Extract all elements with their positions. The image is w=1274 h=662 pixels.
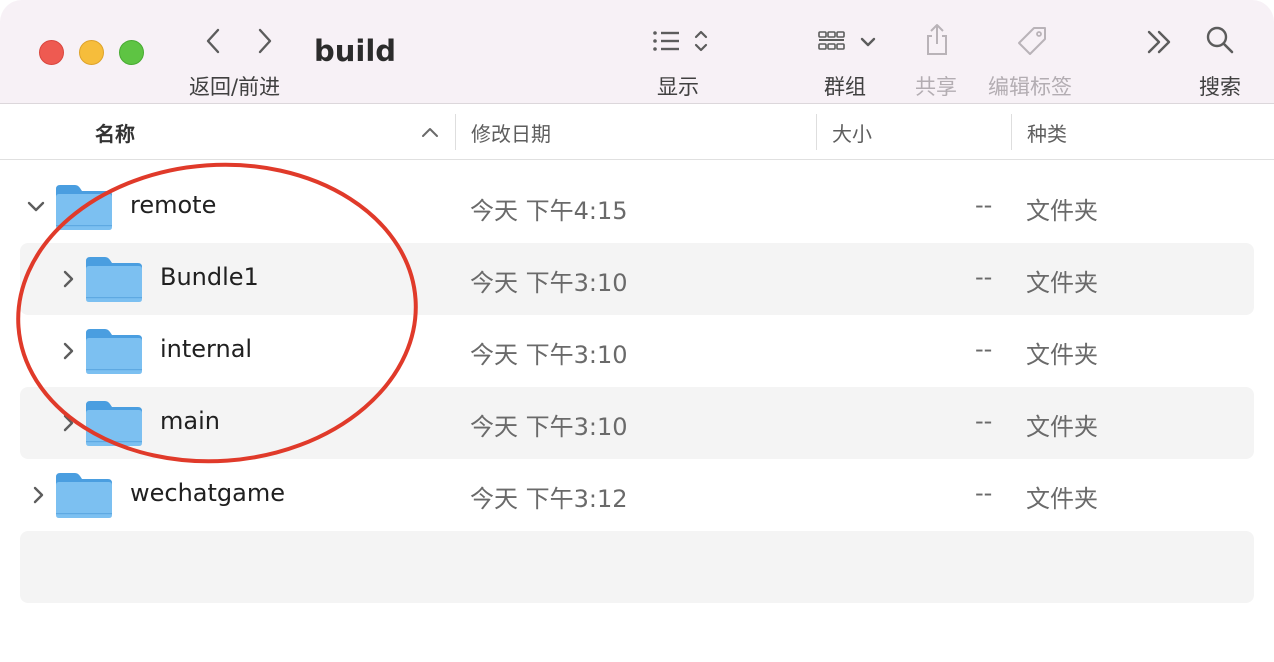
- chevron-down-icon[interactable]: [26, 171, 46, 243]
- chevron-right-icon[interactable]: [250, 24, 280, 58]
- folder-icon: [86, 401, 142, 446]
- chevron-right-icon[interactable]: [58, 387, 78, 459]
- file-row-main[interactable]: main 今天 下午3:10 -- 文件夹: [20, 387, 1254, 459]
- nav-label: 返回/前进: [189, 75, 281, 99]
- folder-icon: [56, 185, 112, 230]
- search-icon[interactable]: [1204, 24, 1236, 56]
- chevron-left-icon[interactable]: [198, 24, 228, 58]
- file-row-internal[interactable]: internal 今天 下午3:10 -- 文件夹: [20, 315, 1254, 387]
- file-date: 今天 下午4:15: [470, 197, 628, 225]
- file-row-wechatgame[interactable]: wechatgame 今天 下午3:12 -- 文件夹: [20, 459, 1254, 531]
- column-kind[interactable]: 种类: [1027, 118, 1067, 147]
- view-label: 显示: [657, 75, 699, 99]
- double-chevron-right-icon[interactable]: [1144, 28, 1176, 56]
- file-kind: 文件夹: [1026, 269, 1098, 297]
- chevron-right-icon[interactable]: [58, 315, 78, 387]
- group-label: 群组: [824, 75, 866, 99]
- toolbar: 返回/前进 build 显示 群组 共享 编辑标签 搜索: [0, 0, 1274, 104]
- group-grid-icon[interactable]: [816, 28, 880, 56]
- column-name[interactable]: 名称: [95, 118, 135, 147]
- column-divider[interactable]: [816, 114, 817, 150]
- file-size: --: [975, 263, 993, 291]
- column-modified[interactable]: 修改日期: [471, 118, 551, 147]
- tag-icon[interactable]: [1014, 24, 1050, 58]
- sort-ascending-icon[interactable]: [420, 122, 440, 142]
- file-date: 今天 下午3:10: [470, 413, 628, 441]
- window-title: build: [314, 34, 397, 68]
- share-label: 共享: [915, 75, 957, 99]
- finder-window: 返回/前进 build 显示 群组 共享 编辑标签 搜索 名称 修改日期 大小 …: [0, 0, 1274, 662]
- folder-icon: [86, 329, 142, 374]
- column-size[interactable]: 大小: [832, 118, 872, 147]
- list-view-icon[interactable]: [648, 26, 714, 56]
- zoom-window-button[interactable]: [119, 40, 144, 65]
- file-name: wechatgame: [130, 479, 286, 507]
- minimize-window-button[interactable]: [79, 40, 104, 65]
- file-name: Bundle1: [160, 263, 259, 291]
- folder-icon: [56, 473, 112, 518]
- file-name: remote: [130, 191, 217, 219]
- file-name: internal: [160, 335, 253, 363]
- file-size: --: [975, 191, 993, 219]
- share-icon[interactable]: [922, 22, 952, 58]
- file-date: 今天 下午3:12: [470, 485, 628, 513]
- file-size: --: [975, 407, 993, 435]
- chevron-right-icon[interactable]: [28, 459, 48, 531]
- empty-row: [20, 531, 1254, 603]
- search-label: 搜索: [1199, 75, 1241, 99]
- tags-label: 编辑标签: [988, 75, 1072, 99]
- file-kind: 文件夹: [1026, 485, 1098, 513]
- column-divider[interactable]: [1011, 114, 1012, 150]
- file-name: main: [160, 407, 220, 435]
- column-divider[interactable]: [455, 114, 456, 150]
- file-date: 今天 下午3:10: [470, 341, 628, 369]
- file-size: --: [975, 335, 993, 363]
- column-header: 名称 修改日期 大小 种类: [0, 104, 1274, 160]
- chevron-right-icon[interactable]: [58, 243, 78, 315]
- file-kind: 文件夹: [1026, 197, 1098, 225]
- file-date: 今天 下午3:10: [470, 269, 628, 297]
- file-size: --: [975, 479, 993, 507]
- file-row-bundle1[interactable]: Bundle1 今天 下午3:10 -- 文件夹: [20, 243, 1254, 315]
- folder-icon: [86, 257, 142, 302]
- file-kind: 文件夹: [1026, 341, 1098, 369]
- close-window-button[interactable]: [39, 40, 64, 65]
- file-row-remote[interactable]: remote 今天 下午4:15 -- 文件夹: [20, 171, 1254, 243]
- file-kind: 文件夹: [1026, 413, 1098, 441]
